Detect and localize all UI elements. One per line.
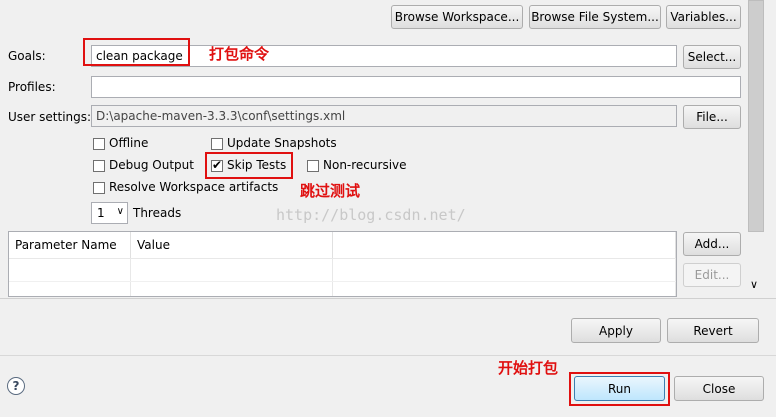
add-parameter-button[interactable]: Add... [683,232,741,256]
browse-workspace-button[interactable]: Browse Workspace... [391,5,523,29]
skip-tests-annotation: 跳过测试 [300,182,361,200]
user-settings-file-button[interactable]: File... [683,105,741,129]
skip-tests-highlight-box [205,152,293,179]
table-row [9,258,676,282]
threads-select[interactable]: 1 ∨ [91,202,128,224]
variables-button[interactable]: Variables... [666,5,741,29]
bottom-separator [0,355,776,356]
goals-label: Goals: [8,49,46,63]
empty-header [332,232,676,259]
offline-checkbox[interactable] [93,138,105,150]
parameter-table[interactable]: Parameter Name Value [8,231,677,297]
profiles-input[interactable] [91,76,741,98]
scrollbar-thumb[interactable] [748,0,764,232]
vertical-scrollbar[interactable]: ∨ [747,0,764,297]
resolve-workspace-checkbox[interactable] [93,182,105,194]
non-recursive-checkbox[interactable] [307,160,319,172]
chevron-down-icon: ∨ [116,206,124,217]
debug-output-label: Debug Output [109,158,194,172]
table-row [9,281,676,296]
resolve-workspace-label: Resolve Workspace artifacts [109,180,279,194]
goals-select-button[interactable]: Select... [683,45,741,69]
update-snapshots-label: Update Snapshots [227,136,337,150]
run-annotation: 开始打包 [498,359,559,377]
browse-file-system-button[interactable]: Browse File System... [529,5,661,29]
goals-annotation: 打包命令 [209,45,270,63]
debug-output-checkbox[interactable] [93,160,105,172]
profiles-label: Profiles: [8,80,56,94]
close-button[interactable]: Close [674,376,764,401]
user-settings-label: User settings: [8,110,92,124]
threads-value: 1 [97,206,105,220]
value-header[interactable]: Value [130,232,333,259]
goals-highlight-box [83,38,190,66]
edit-parameter-button[interactable]: Edit... [683,263,741,287]
separator [0,298,776,299]
help-icon[interactable]: ? [7,377,25,395]
offline-label: Offline [109,136,149,150]
revert-button[interactable]: Revert [667,318,759,343]
run-highlight-box [569,372,670,406]
user-settings-input[interactable]: D:\apache-maven-3.3.3\conf\settings.xml [91,105,677,127]
update-snapshots-checkbox[interactable] [211,138,223,150]
scroll-down-icon[interactable]: ∨ [750,278,758,291]
threads-label: Threads [133,206,182,220]
watermark: http://blog.csdn.net/ [276,206,466,224]
apply-button[interactable]: Apply [571,318,661,343]
parameter-name-header[interactable]: Parameter Name [9,232,131,259]
non-recursive-label: Non-recursive [323,158,407,172]
